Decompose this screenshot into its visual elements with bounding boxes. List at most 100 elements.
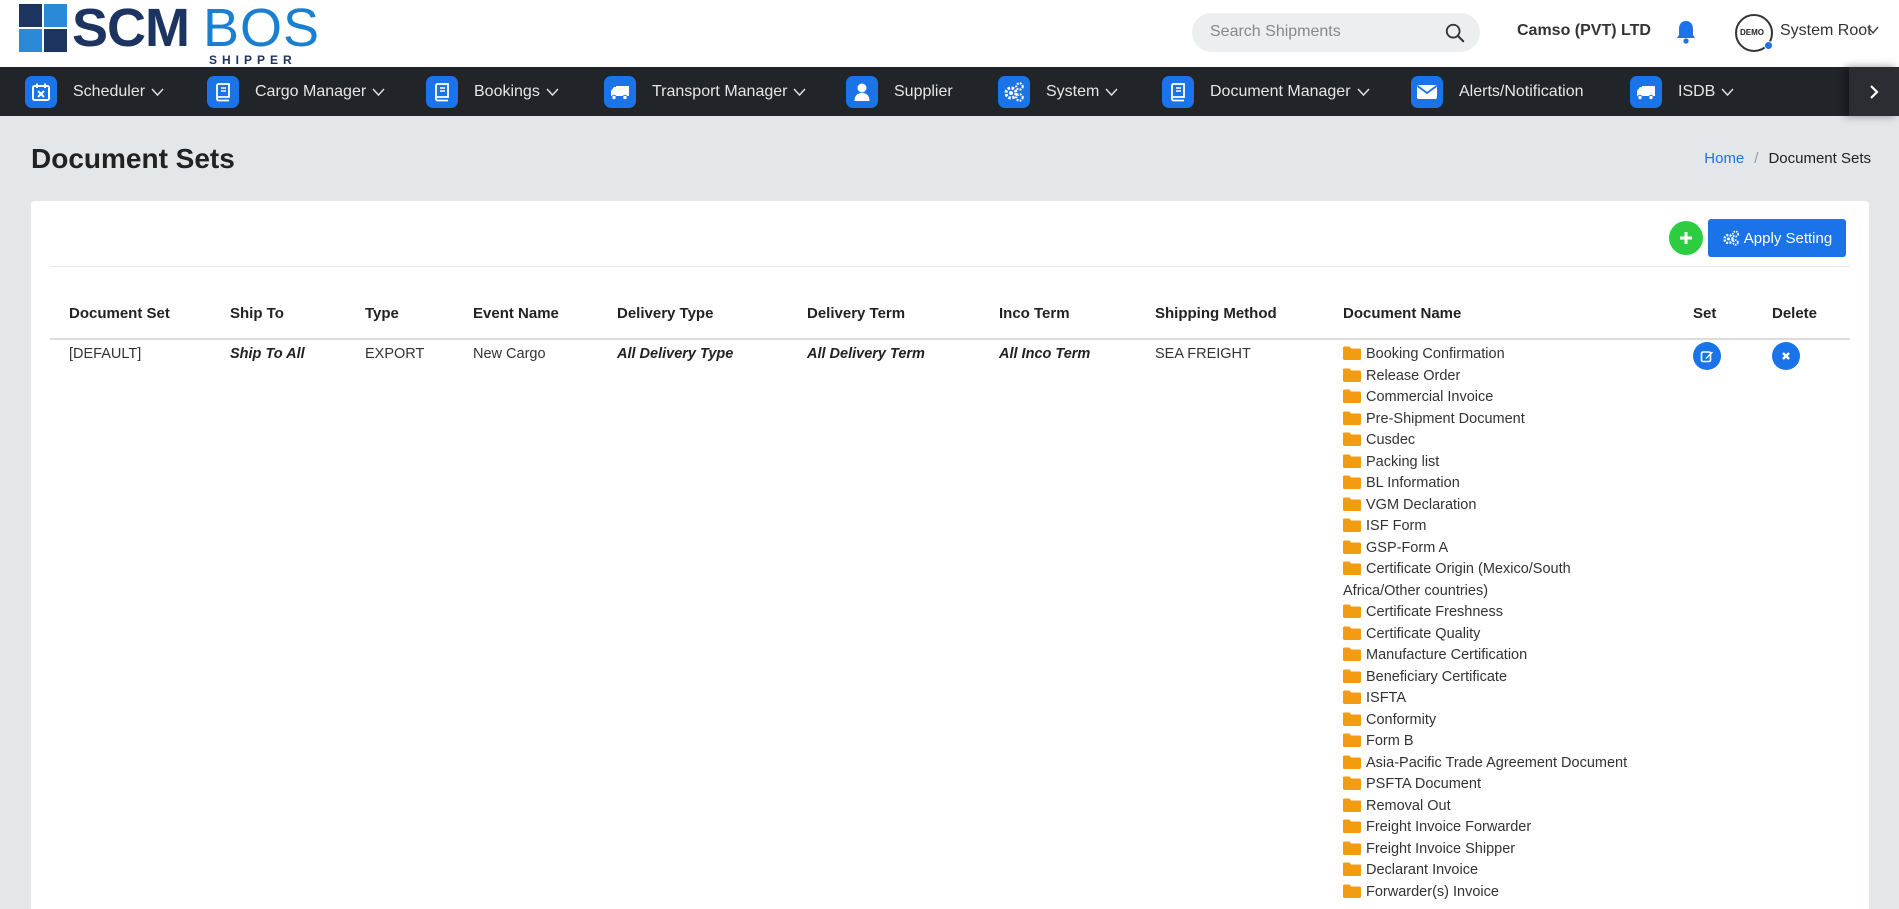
column-header-shipping-method[interactable]: Shipping Method [1155, 305, 1277, 322]
chevron-down-icon [1356, 87, 1370, 96]
document-name: Beneficiary Certificate [1366, 668, 1508, 685]
document-list-item[interactable]: Freight Invoice Forwarder [1343, 817, 1643, 839]
table-header-divider [50, 338, 1850, 340]
document-list-item[interactable]: Declarant Invoice [1343, 860, 1643, 882]
search-box [1192, 13, 1480, 52]
nav-item-bookings[interactable]: Bookings [426, 67, 559, 116]
logo-text-scm: SCM [72, 0, 190, 58]
nav-item-isdb[interactable]: ISDB [1630, 67, 1734, 116]
folder-icon [1343, 432, 1361, 446]
column-header-set[interactable]: Set [1693, 305, 1716, 322]
gears-icon [1723, 230, 1739, 246]
folder-icon [1343, 368, 1361, 382]
document-name: Asia-Pacific Trade Agreement Document [1366, 754, 1628, 771]
folder-icon [1343, 669, 1361, 683]
folder-icon [1343, 475, 1361, 489]
chevron-down-icon [151, 87, 164, 96]
nav-item-transport-manager[interactable]: Transport Manager [604, 67, 807, 116]
document-list-item[interactable]: Certificate Freshness [1343, 602, 1643, 624]
nav-label: Document Manager [1210, 82, 1351, 100]
document-list-item[interactable]: Booking Confirmation [1343, 344, 1643, 366]
document-name: Form B [1366, 733, 1414, 749]
column-header-document-name[interactable]: Document Name [1343, 305, 1461, 322]
column-header-event-name[interactable]: Event Name [473, 305, 559, 322]
main-nav: Scheduler Cargo Manager Bookings Transpo… [0, 67, 1899, 116]
search-icon[interactable] [1444, 22, 1466, 44]
chevron-down-icon[interactable] [1867, 25, 1879, 35]
document-list-item[interactable]: VGM Declaration [1343, 495, 1643, 517]
column-header-delete[interactable]: Delete [1772, 305, 1817, 322]
bell-icon[interactable] [1674, 19, 1698, 45]
book-icon [207, 75, 239, 108]
nav-item-cargo-manager[interactable]: Cargo Manager [207, 67, 385, 116]
edit-icon [1700, 351, 1713, 363]
column-header-delivery-type[interactable]: Delivery Type [617, 305, 713, 322]
folder-icon [1343, 518, 1361, 532]
company-name[interactable]: Camso (PVT) LTD [1517, 22, 1651, 40]
user-icon [846, 75, 878, 108]
document-list-item[interactable]: GSP-Form A [1343, 538, 1643, 560]
nav-label: Bookings [474, 82, 540, 100]
document-list-item[interactable]: Pre-Shipment Document [1343, 409, 1643, 431]
apply-setting-button[interactable]: Apply Setting [1708, 219, 1846, 257]
document-list-item[interactable]: Manufacture Certification [1343, 645, 1643, 667]
delete-set-button[interactable] [1772, 342, 1800, 370]
nav-item-system[interactable]: System [998, 67, 1118, 116]
document-list-item[interactable]: Beneficiary Certificate [1343, 667, 1643, 689]
nav-label: Transport Manager [652, 82, 788, 100]
nav-label: Cargo Manager [255, 82, 367, 100]
avatar[interactable]: DEMO [1735, 14, 1773, 52]
document-name: Release Order [1366, 367, 1461, 384]
nav-item-supplier[interactable]: Supplier [846, 67, 953, 116]
document-list-item[interactable]: Removal Out [1343, 796, 1643, 818]
document-list-item[interactable]: Freight Invoice Shipper [1343, 839, 1643, 861]
document-name: PSFTA Document [1366, 776, 1481, 792]
document-list-item[interactable]: ISFTA [1343, 688, 1643, 710]
document-list-item[interactable]: PSFTA Document [1343, 774, 1643, 796]
user-menu[interactable]: System Root [1780, 22, 1872, 40]
document-list-item[interactable]: Forwarder(s) Invoice [1343, 882, 1643, 904]
column-header-document-set[interactable]: Document Set [69, 305, 170, 322]
truck-icon [1630, 75, 1662, 108]
add-document-set-button[interactable] [1669, 221, 1703, 255]
folder-icon [1343, 497, 1361, 511]
nav-scroll-right-button[interactable] [1849, 67, 1899, 116]
logo[interactable]: SCM BOS SHIPPER [19, 0, 329, 67]
document-name-list: Booking Confirmation Release Order Commerc… [1343, 344, 1643, 903]
document-list-item[interactable]: ISF Form [1343, 516, 1643, 538]
edit-set-button[interactable] [1693, 342, 1721, 370]
column-header-type[interactable]: Type [365, 305, 399, 322]
column-header-delivery-term[interactable]: Delivery Term [807, 305, 905, 322]
cell-type: EXPORT [365, 346, 425, 362]
document-list-item[interactable]: Certificate Quality [1343, 624, 1643, 646]
column-header-ship-to[interactable]: Ship To [230, 305, 284, 322]
document-list-item[interactable]: Certificate Origin (Mexico/South Africa/… [1343, 559, 1643, 602]
folder-icon [1343, 389, 1361, 403]
document-list-item[interactable]: Packing list [1343, 452, 1643, 474]
page-title: Document Sets [31, 143, 235, 174]
document-sets-card: Apply Setting Document Set Ship To Type … [31, 201, 1869, 909]
folder-icon [1343, 884, 1361, 898]
document-name: Manufacture Certification [1366, 647, 1528, 663]
chevron-down-icon [1721, 87, 1734, 96]
nav-item-document-manager[interactable]: Document Manager [1162, 67, 1370, 116]
folder-icon [1343, 454, 1361, 468]
document-list-item[interactable]: Asia-Pacific Trade Agreement Document [1343, 753, 1643, 775]
breadcrumb-home-link[interactable]: Home [1704, 150, 1744, 167]
nav-item-scheduler[interactable]: Scheduler [25, 67, 164, 116]
nav-item-alerts[interactable]: Alerts/Notification [1411, 67, 1584, 116]
document-list-item[interactable]: BL Information [1343, 473, 1643, 495]
chevron-down-icon [372, 87, 385, 96]
folder-icon [1343, 841, 1361, 855]
document-list-item[interactable]: Form B [1343, 731, 1643, 753]
document-list-item[interactable]: Commercial Invoice [1343, 387, 1643, 409]
document-list-item[interactable]: Cusdec [1343, 430, 1643, 452]
divider [50, 266, 1850, 267]
logo-text-bos: BOS [203, 0, 321, 58]
document-list-item[interactable]: Release Order [1343, 366, 1643, 388]
column-header-inco-term[interactable]: Inco Term [999, 305, 1070, 322]
search-input[interactable] [1210, 23, 1430, 41]
document-list-item[interactable]: Conformity [1343, 710, 1643, 732]
top-header: SCM BOS SHIPPER Camso (PVT) LTD DEMO Sys… [0, 0, 1899, 67]
document-name: Removal Out [1366, 797, 1451, 814]
